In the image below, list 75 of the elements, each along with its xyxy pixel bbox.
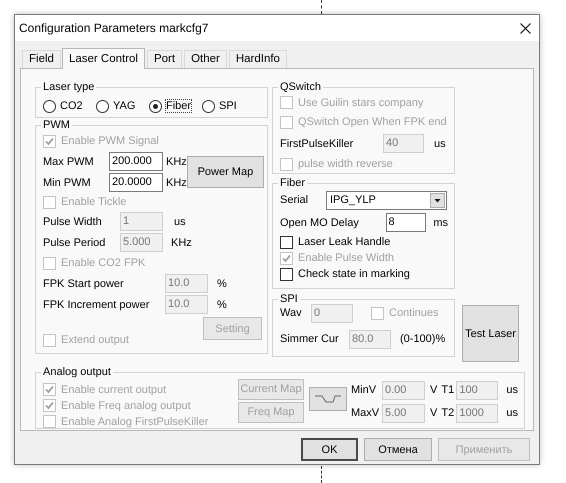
group-title: Fiber <box>280 177 306 189</box>
checkbox-icon <box>43 383 56 396</box>
checkbox-icon <box>43 134 56 148</box>
field-label: T1 <box>441 384 454 396</box>
unit-label: us <box>174 216 186 228</box>
checkbox-icon <box>280 236 293 248</box>
field-label: Wav <box>280 307 302 319</box>
unit-label: ms <box>433 216 448 228</box>
radio-button[interactable]: CO2 <box>43 100 96 112</box>
unit-label: % <box>217 298 227 310</box>
radio-icon <box>96 100 109 112</box>
window-title: Configuration Parameters markcfg7 <box>19 21 208 35</box>
waveform-button[interactable] <box>309 386 347 410</box>
checkbox-icon <box>43 399 56 412</box>
field-label: Min PWM <box>43 176 91 188</box>
checkbox-icon <box>43 196 56 208</box>
test-laser-button[interactable]: Test Laser <box>462 305 519 362</box>
radio-button[interactable]: Fiber <box>149 100 202 112</box>
input-field[interactable]: 20.0000 <box>109 173 163 192</box>
unit-label: (0-100)% <box>400 333 446 345</box>
group-title: Analog output <box>43 366 111 378</box>
dialog-button[interactable]: OK <box>301 438 358 461</box>
group-title: Laser type <box>43 81 94 93</box>
unit-label: KHz <box>171 236 192 248</box>
close-icon[interactable] <box>520 22 531 34</box>
checkbox[interactable]: Check state in marking <box>280 268 410 280</box>
checkbox[interactable]: Laser Leak Handle <box>280 236 390 248</box>
tab[interactable]: HardInfo <box>228 50 287 68</box>
group-title: PWM <box>43 119 70 131</box>
field-label: FPK Start power <box>43 278 124 290</box>
field-label: Pulse Width <box>43 216 102 228</box>
power-map-button[interactable]: Power Map <box>186 156 264 188</box>
radio-icon <box>202 100 215 112</box>
field-label: Serial <box>280 194 308 206</box>
group-title: QSwitch <box>280 81 321 93</box>
unit-label: us <box>506 384 518 396</box>
dropdown[interactable]: IPG_YLP <box>326 190 447 210</box>
unit-label: % <box>217 278 227 290</box>
group-title: SPI <box>280 293 298 305</box>
field-label: FPK Increment power <box>43 298 150 310</box>
checkbox-icon <box>280 268 293 280</box>
radio-icon <box>43 100 56 112</box>
checkbox-icon <box>280 116 293 128</box>
unit-label: us <box>434 138 446 150</box>
field-label: MaxV <box>351 407 380 419</box>
radio-button[interactable]: YAG <box>96 100 149 112</box>
unit-label: V <box>430 407 438 419</box>
field-label: Max PWM <box>43 156 94 168</box>
checkbox-icon <box>280 252 293 264</box>
radio-icon <box>149 100 162 112</box>
tab[interactable]: Other <box>184 50 227 68</box>
input-field[interactable]: 8 <box>386 213 426 232</box>
field-label: T2 <box>441 407 454 419</box>
tab[interactable]: Port <box>146 50 182 68</box>
tab[interactable]: Laser Control <box>62 48 145 69</box>
waveform-icon <box>315 394 341 402</box>
field-label: FirstPulseKiller <box>280 138 354 150</box>
radio-button[interactable]: SPI <box>202 100 255 112</box>
unit-label: KHz <box>166 156 187 168</box>
checkbox-icon <box>43 256 56 270</box>
checkbox-icon <box>43 334 56 346</box>
field-label: MinV <box>351 384 376 396</box>
unit-label: us <box>506 407 518 419</box>
checkbox-icon <box>43 415 56 428</box>
input-field[interactable]: 200.000 <box>109 152 163 171</box>
field-label: Open MO Delay <box>280 216 359 228</box>
checkbox-icon <box>280 96 293 109</box>
checkbox-icon <box>280 158 293 170</box>
dialog-button[interactable]: Отмена <box>364 438 432 461</box>
unit-label: KHz <box>166 176 187 188</box>
checkbox-icon <box>371 306 384 320</box>
tab[interactable]: Field <box>22 50 61 68</box>
unit-label: V <box>430 384 438 396</box>
field-label: Pulse Period <box>43 236 106 248</box>
field-label: Simmer Cur <box>280 333 339 345</box>
